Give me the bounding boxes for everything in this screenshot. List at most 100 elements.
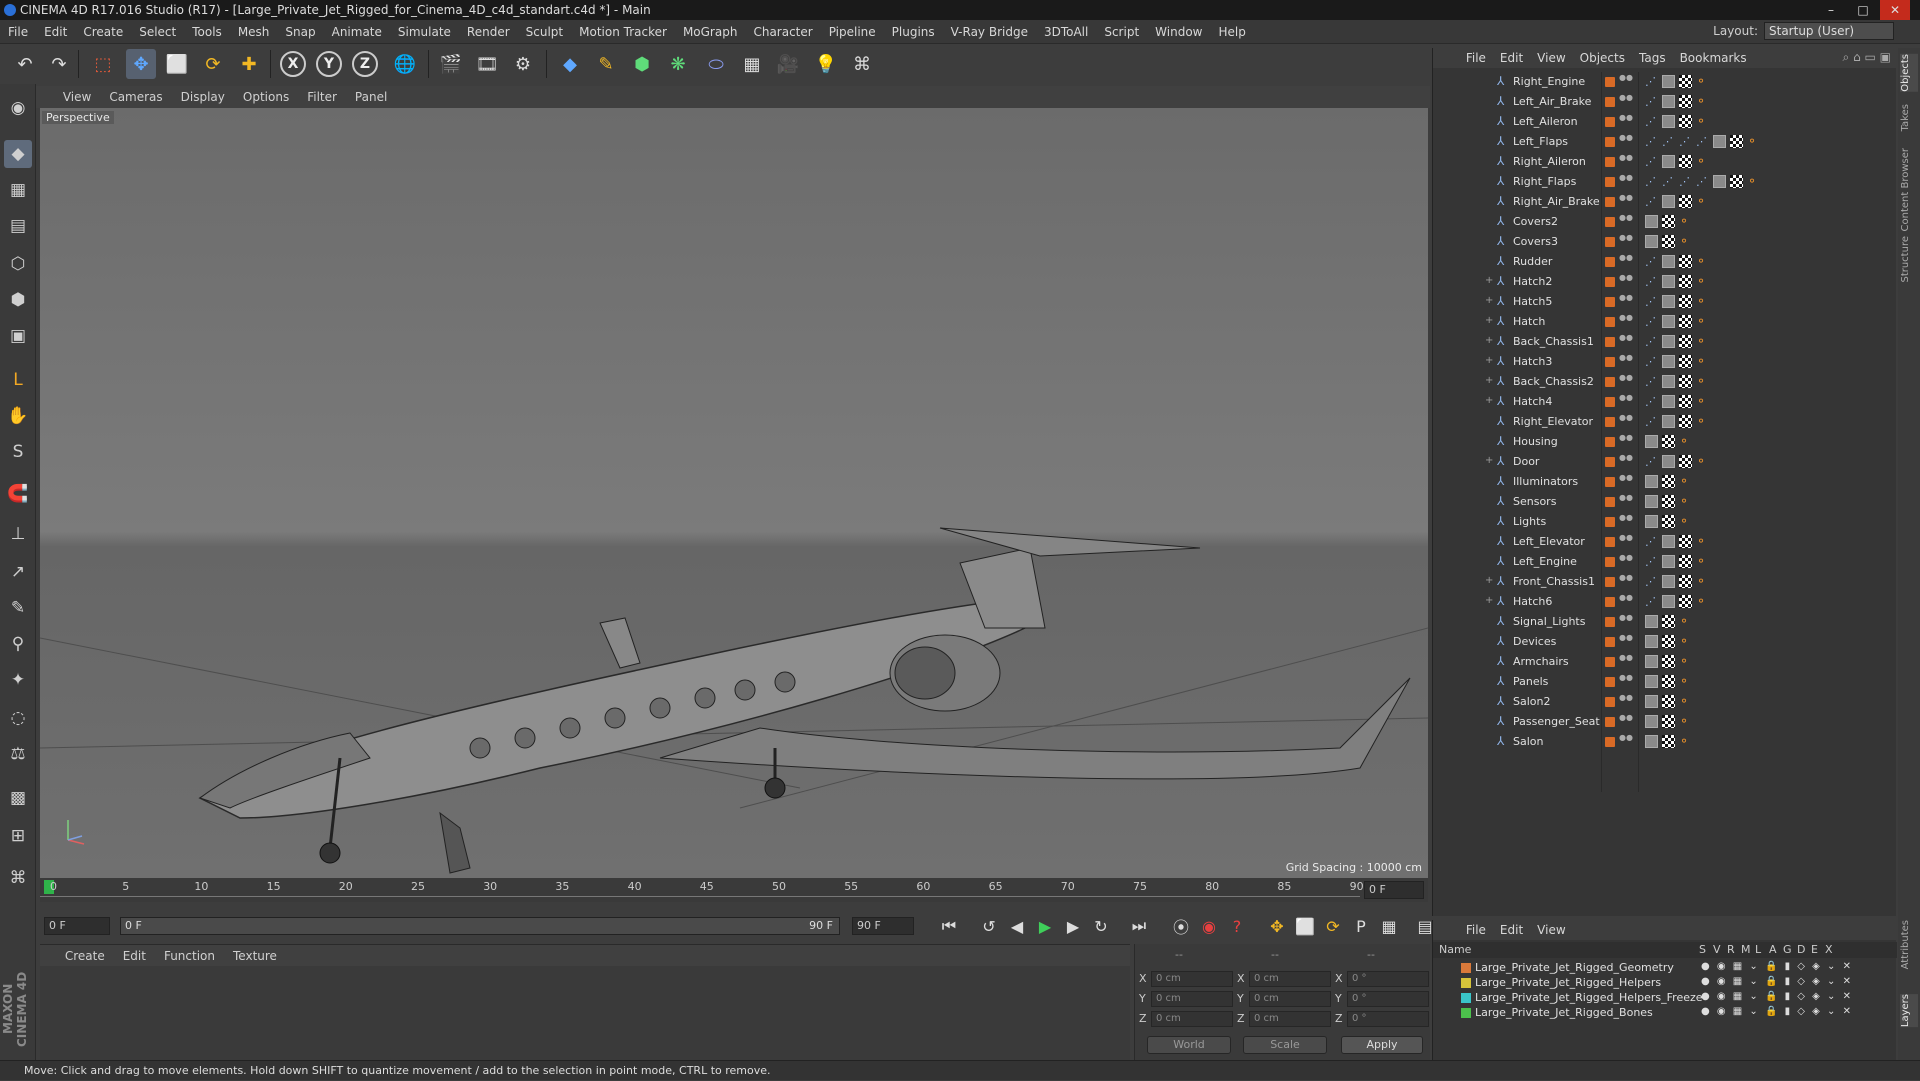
xpresso-tag-icon[interactable]: ⚬ bbox=[1696, 595, 1709, 608]
coord-pos-field[interactable]: 0 cm bbox=[1151, 971, 1233, 987]
skin-icon[interactable]: ✦ bbox=[4, 666, 32, 694]
ik-tag-icon[interactable]: ⋰ bbox=[1645, 155, 1658, 168]
joint-tool-icon[interactable]: ⊥ bbox=[4, 520, 32, 548]
xpresso-tag-icon[interactable]: ⚬ bbox=[1747, 135, 1760, 148]
object-row[interactable]: + ⅄ Hatch3 ●● ⋰ ⚬ bbox=[1433, 352, 1897, 372]
layer-color-icon[interactable] bbox=[1605, 417, 1615, 427]
menu-render[interactable]: Render bbox=[459, 20, 518, 44]
key-scale-button[interactable]: ⬜ bbox=[1292, 913, 1318, 939]
tweak-icon[interactable]: ✋ bbox=[4, 402, 32, 430]
layer-color-icon[interactable] bbox=[1605, 497, 1615, 507]
object-name[interactable]: Left_Engine bbox=[1513, 555, 1577, 568]
material-tag-icon[interactable] bbox=[1662, 115, 1675, 128]
expand-toggle-icon[interactable]: + bbox=[1485, 296, 1495, 306]
menu-3dtoall[interactable]: 3DToAll bbox=[1036, 20, 1096, 44]
prev-key-button[interactable]: ↺ bbox=[976, 913, 1002, 939]
ik-tag-icon[interactable]: ⋰ bbox=[1645, 555, 1658, 568]
object-name[interactable]: Hatch5 bbox=[1513, 295, 1552, 308]
object-name[interactable]: Housing bbox=[1513, 435, 1558, 448]
ik-tag-icon[interactable]: ⋰ bbox=[1662, 175, 1675, 188]
material-tag-icon[interactable] bbox=[1662, 455, 1675, 468]
layer-color-icon[interactable] bbox=[1605, 577, 1615, 587]
material-tag-icon[interactable] bbox=[1662, 575, 1675, 588]
coord-pos-field[interactable]: 0 cm bbox=[1151, 991, 1233, 1007]
paint-weights-icon[interactable]: ✎ bbox=[4, 594, 32, 622]
texture-tag-icon[interactable] bbox=[1679, 275, 1692, 288]
texture-tag-icon[interactable] bbox=[1662, 675, 1675, 688]
texture-tag-icon[interactable] bbox=[1679, 575, 1692, 588]
menu-file[interactable]: File bbox=[0, 20, 36, 44]
layer-color-swatch[interactable] bbox=[1461, 1008, 1471, 1018]
visibility-dots-icon[interactable]: ●● bbox=[1619, 94, 1633, 108]
xpresso-tag-icon[interactable]: ⚬ bbox=[1679, 615, 1692, 628]
menu-motion-tracker[interactable]: Motion Tracker bbox=[571, 20, 675, 44]
ik-tag-icon[interactable]: ⋰ bbox=[1645, 375, 1658, 388]
visibility-dots-icon[interactable]: ●● bbox=[1619, 134, 1633, 148]
ik-tag-icon[interactable]: ⋰ bbox=[1696, 135, 1709, 148]
object-name[interactable]: Salon2 bbox=[1513, 695, 1550, 708]
floor-icon[interactable]: ▦ bbox=[737, 49, 767, 79]
x-axis-icon[interactable]: X bbox=[280, 51, 306, 77]
material-tag-icon[interactable] bbox=[1662, 275, 1675, 288]
magnet-icon[interactable]: 🧲 bbox=[4, 480, 32, 508]
object-name[interactable]: Armchairs bbox=[1513, 655, 1569, 668]
texture-tag-icon[interactable] bbox=[1679, 75, 1692, 88]
object-row[interactable]: + ⅄ Back_Chassis2 ●● ⋰ ⚬ bbox=[1433, 372, 1897, 392]
object-name[interactable]: Left_Flaps bbox=[1513, 135, 1568, 148]
xpresso-tag-icon[interactable]: ⚬ bbox=[1696, 315, 1709, 328]
layer-color-icon[interactable] bbox=[1605, 717, 1615, 727]
object-row[interactable]: ⅄ Left_Engine ●● ⋰ ⚬ bbox=[1433, 552, 1897, 572]
layer-color-icon[interactable] bbox=[1605, 97, 1615, 107]
visibility-dots-icon[interactable]: ●● bbox=[1619, 534, 1633, 548]
visibility-dots-icon[interactable]: ●● bbox=[1619, 414, 1633, 428]
texture-tag-icon[interactable] bbox=[1662, 435, 1675, 448]
object-row[interactable]: ⅄ Covers3 ●● ⚬ bbox=[1433, 232, 1897, 252]
material-tag-icon[interactable] bbox=[1645, 675, 1658, 688]
object-row[interactable]: ⅄ Right_Aileron ●● ⋰ ⚬ bbox=[1433, 152, 1897, 172]
xpresso-tag-icon[interactable]: ⚬ bbox=[1696, 375, 1709, 388]
material-tag-icon[interactable] bbox=[1662, 415, 1675, 428]
texture-tag-icon[interactable] bbox=[1662, 515, 1675, 528]
object-row[interactable]: ⅄ Right_Elevator ●● ⋰ ⚬ bbox=[1433, 412, 1897, 432]
visibility-dots-icon[interactable]: ●● bbox=[1619, 554, 1633, 568]
object-name[interactable]: Devices bbox=[1513, 635, 1556, 648]
layer-flag-icons[interactable]: ● ◉ ▦ ⌄ 🔒 ▮ ◇ ◈ ⌄ ✕ bbox=[1701, 1006, 1853, 1017]
material-tag-icon[interactable] bbox=[1662, 195, 1675, 208]
ik-tag-icon[interactable]: ⋰ bbox=[1645, 135, 1658, 148]
layer-color-icon[interactable] bbox=[1605, 157, 1615, 167]
layer-color-icon[interactable] bbox=[1605, 317, 1615, 327]
material-tag-icon[interactable] bbox=[1713, 175, 1726, 188]
object-row[interactable]: ⅄ Devices ●● ⚬ bbox=[1433, 632, 1897, 652]
material-menu-function[interactable]: Function bbox=[155, 945, 224, 967]
visibility-dots-icon[interactable]: ●● bbox=[1619, 254, 1633, 268]
object-name[interactable]: Sensors bbox=[1513, 495, 1556, 508]
layer-menu-file[interactable]: File bbox=[1459, 920, 1493, 940]
object-name[interactable]: Rudder bbox=[1513, 255, 1552, 268]
menu-pipeline[interactable]: Pipeline bbox=[821, 20, 884, 44]
expand-toggle-icon[interactable]: + bbox=[1485, 356, 1495, 366]
layer-menu-edit[interactable]: Edit bbox=[1493, 920, 1530, 940]
tab-objects[interactable]: Objects bbox=[1900, 54, 1918, 92]
visibility-dots-icon[interactable]: ●● bbox=[1619, 514, 1633, 528]
play-button[interactable]: ▶ bbox=[1032, 913, 1058, 939]
layer-color-icon[interactable] bbox=[1605, 337, 1615, 347]
object-menu-objects[interactable]: Objects bbox=[1573, 48, 1632, 68]
object-row[interactable]: ⅄ Passenger_Seat ●● ⚬ bbox=[1433, 712, 1897, 732]
xpresso-tag-icon[interactable]: ⚬ bbox=[1679, 635, 1692, 648]
object-row[interactable]: ⅄ Right_Engine ●● ⋰ ⚬ bbox=[1433, 72, 1897, 92]
layer-color-icon[interactable] bbox=[1605, 477, 1615, 487]
xpresso-tag-icon[interactable]: ⚬ bbox=[1679, 675, 1692, 688]
ik-tag-icon[interactable]: ⋰ bbox=[1662, 135, 1675, 148]
object-name[interactable]: Door bbox=[1513, 455, 1539, 468]
visibility-dots-icon[interactable]: ●● bbox=[1619, 194, 1633, 208]
texture-tag-icon[interactable] bbox=[1662, 655, 1675, 668]
object-row[interactable]: + ⅄ Hatch4 ●● ⋰ ⚬ bbox=[1433, 392, 1897, 412]
ik-icon[interactable]: ↗ bbox=[4, 558, 32, 586]
layer-color-icon[interactable] bbox=[1605, 617, 1615, 627]
menu-edit[interactable]: Edit bbox=[36, 20, 75, 44]
coord-size-field[interactable]: 0 cm bbox=[1249, 971, 1331, 987]
object-name[interactable]: Hatch4 bbox=[1513, 395, 1552, 408]
xpresso-tag-icon[interactable]: ⚬ bbox=[1679, 515, 1692, 528]
object-name[interactable]: Right_Flaps bbox=[1513, 175, 1576, 188]
ik-tag-icon[interactable]: ⋰ bbox=[1645, 415, 1658, 428]
